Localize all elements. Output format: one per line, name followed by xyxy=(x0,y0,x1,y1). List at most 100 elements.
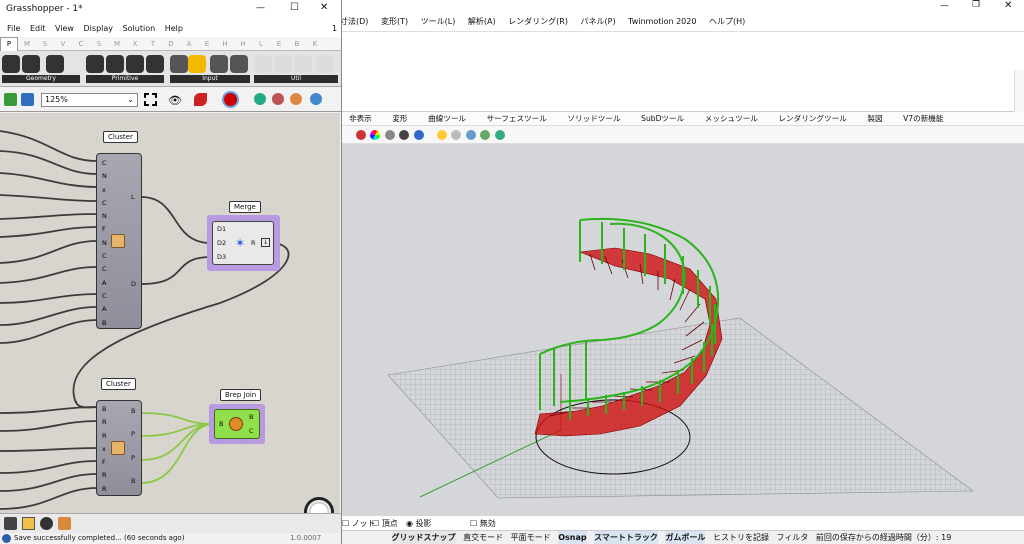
link-icon[interactable] xyxy=(40,517,53,530)
import-icon[interactable] xyxy=(170,55,188,73)
gumball-toggle[interactable]: ガムボール xyxy=(665,531,706,544)
preview-brush-icon[interactable] xyxy=(194,93,207,106)
command-scrollbar[interactable] xyxy=(1014,70,1024,112)
merge-output[interactable]: R xyxy=(251,239,256,247)
galapagos-icon[interactable] xyxy=(254,55,272,73)
brep-join-component[interactable]: B B C xyxy=(214,409,260,439)
cluster-2-output[interactable]: P xyxy=(131,430,135,438)
brep-join-output[interactable]: C xyxy=(249,427,254,435)
menu-dimension[interactable]: 寸法(D) xyxy=(340,14,368,30)
cluster-1-input[interactable]: C xyxy=(102,197,107,210)
circle-param-icon[interactable] xyxy=(46,55,64,73)
cluster-2-component[interactable]: B R R x F R R B P P B xyxy=(96,400,142,496)
download-icon[interactable] xyxy=(4,517,17,530)
menu-twinmotion[interactable]: Twinmotion 2020 xyxy=(628,14,696,30)
cluster-1-input[interactable]: N xyxy=(102,210,107,223)
preview-material-icon[interactable] xyxy=(290,93,302,105)
render-red-icon[interactable] xyxy=(355,130,366,140)
curve-param-icon[interactable] xyxy=(22,55,40,73)
tab-surface-tools[interactable]: サーフェスツール xyxy=(478,112,556,125)
cat-tab-params[interactable]: P xyxy=(0,37,18,51)
cluster-2-input[interactable]: R xyxy=(102,469,107,482)
cluster-2-output[interactable]: P xyxy=(131,454,135,462)
filter-toggle[interactable]: フィルタ xyxy=(777,531,809,544)
menu-tools[interactable]: ツール(L) xyxy=(421,14,456,30)
osnap-vertex[interactable]: ☐ 頂点 xyxy=(372,518,398,529)
cluster-1-input[interactable]: C xyxy=(102,250,107,263)
menu-panels[interactable]: パネル(P) xyxy=(581,14,616,30)
zoom-dropdown[interactable]: 125% ⌄ xyxy=(41,93,138,107)
cluster-1-input[interactable]: x xyxy=(102,184,107,197)
arrow-right-icon[interactable] xyxy=(316,55,334,73)
cat-tab[interactable]: C xyxy=(72,38,90,51)
cat-tab[interactable]: M xyxy=(18,38,36,51)
sphere-dark-icon[interactable] xyxy=(399,130,410,140)
cat-tab[interactable]: B xyxy=(288,38,306,51)
cluster-1-input[interactable]: C xyxy=(102,263,107,276)
tree-icon[interactable] xyxy=(294,55,312,73)
environment-icon[interactable] xyxy=(451,130,462,140)
open-file-icon[interactable] xyxy=(4,93,17,106)
cluster-1-output-l[interactable]: L xyxy=(131,193,135,201)
gh-menu-help[interactable]: Help xyxy=(165,20,183,37)
cluster-1-component[interactable]: C N x C N F N C C A C A B L D xyxy=(96,153,142,329)
merge-component[interactable]: D1 D2 D3 ✶ R ↓ xyxy=(212,221,274,265)
cluster-1-output-d[interactable]: D xyxy=(131,280,136,288)
panel-icon[interactable] xyxy=(188,55,206,73)
save-file-icon[interactable] xyxy=(21,93,34,106)
cluster-2-input[interactable]: F xyxy=(102,456,107,469)
gh-maximize-icon[interactable]: ☐ xyxy=(290,2,299,13)
cluster-1-input[interactable]: B xyxy=(102,317,107,330)
cherry-icon[interactable] xyxy=(274,55,292,73)
cluster-2-input[interactable]: R xyxy=(102,483,107,496)
merge-input[interactable]: D3 xyxy=(217,253,226,261)
preview-eye-icon[interactable]: 👁 xyxy=(168,94,182,107)
cat-tab[interactable]: E xyxy=(198,38,216,51)
tab-render-tools[interactable]: レンダリングツール xyxy=(769,112,855,125)
osnap-toggle[interactable]: Osnap xyxy=(558,531,587,544)
cat-tab[interactable]: V xyxy=(54,38,72,51)
tab-v7-new[interactable]: V7の新機能 xyxy=(894,112,952,125)
texture-icon[interactable] xyxy=(480,130,491,140)
command-history[interactable] xyxy=(340,32,1024,112)
smarttrack-toggle[interactable]: スマートトラック xyxy=(594,531,658,544)
cluster-1-input[interactable]: C xyxy=(102,157,107,170)
cluster-2-input[interactable]: x xyxy=(102,443,107,456)
button-icon[interactable] xyxy=(230,55,248,73)
color-wheel-icon[interactable] xyxy=(370,130,381,140)
gh-menu-solution[interactable]: Solution xyxy=(123,20,156,37)
osnap-disable[interactable]: ☐ 無効 xyxy=(470,518,496,529)
sphere-blue-icon[interactable] xyxy=(413,130,424,140)
close-icon[interactable]: ✕ xyxy=(1004,0,1012,11)
tab-curve-tools[interactable]: 曲線ツール xyxy=(419,112,475,125)
restore-icon[interactable]: ❐ xyxy=(972,0,980,10)
boolean-icon[interactable] xyxy=(126,55,144,73)
number-icon[interactable] xyxy=(106,55,124,73)
text-icon[interactable] xyxy=(146,55,164,73)
cluster-2-input[interactable]: R xyxy=(102,416,107,429)
globe-icon[interactable] xyxy=(495,130,506,140)
cat-tab[interactable]: L xyxy=(252,38,270,51)
cat-tab[interactable]: S xyxy=(36,38,54,51)
cluster-1-input[interactable]: A xyxy=(102,303,107,316)
cluster-1-input[interactable]: C xyxy=(102,290,107,303)
ortho-toggle[interactable]: 直交モード xyxy=(463,531,503,544)
sphere-gray-icon[interactable] xyxy=(384,130,395,140)
cluster-tool-icon[interactable] xyxy=(58,517,71,530)
preview-shaded-icon[interactable] xyxy=(254,93,266,105)
minimize-icon[interactable]: — xyxy=(940,1,949,11)
cluster-2-output[interactable]: B xyxy=(131,407,135,415)
cat-tab[interactable]: E xyxy=(270,38,288,51)
merge-input[interactable]: D2 xyxy=(217,239,226,247)
cluster-2-output[interactable]: B xyxy=(131,477,135,485)
cluster-1-input[interactable]: A xyxy=(102,277,107,290)
grid-snap-toggle[interactable]: グリッドスナップ xyxy=(391,531,456,544)
brep-join-input[interactable]: B xyxy=(219,420,223,428)
gh-menu-view[interactable]: View xyxy=(55,20,74,37)
cluster-2-input[interactable]: B xyxy=(102,403,107,416)
menu-help[interactable]: ヘルプ(H) xyxy=(709,14,745,30)
tab-transform[interactable]: 変形 xyxy=(383,112,416,125)
cluster-1-input[interactable]: N xyxy=(102,170,107,183)
bake-icon[interactable] xyxy=(224,93,237,106)
gh-menu-edit[interactable]: Edit xyxy=(30,20,46,37)
